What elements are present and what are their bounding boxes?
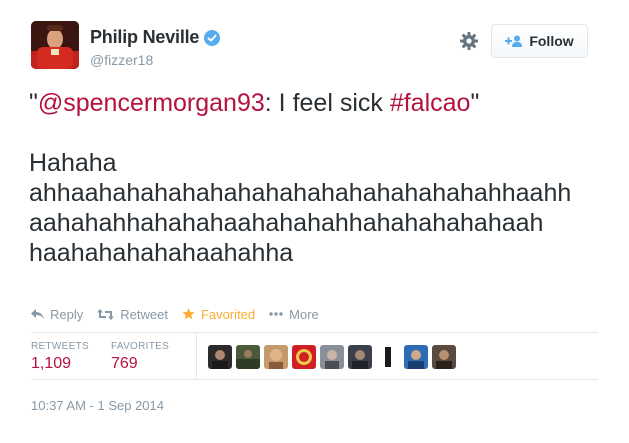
retweet-action[interactable]: Retweet — [97, 307, 168, 322]
tweet-text-middle: : I feel sick — [264, 89, 390, 117]
retweets-count: 1,109 — [31, 355, 72, 372]
favoriter-avatar[interactable] — [320, 345, 344, 369]
favoriter-avatars — [208, 345, 456, 369]
mention-link[interactable]: @spencermorgan93 — [38, 89, 265, 117]
verified-badge-icon — [204, 30, 220, 46]
more-action[interactable]: More — [269, 307, 319, 322]
favoriter-avatar[interactable] — [264, 345, 288, 369]
favorites-label: FAVORITES — [111, 341, 170, 352]
retweets-label: RETWEETS — [31, 341, 89, 352]
favoriter-avatar[interactable] — [292, 345, 316, 369]
divider — [31, 379, 598, 380]
favorited-label: Favorited — [200, 306, 256, 322]
stats-divider — [196, 333, 197, 379]
tweet-line: haahahahahahaahahha — [29, 239, 294, 267]
star-icon — [182, 308, 195, 320]
divider — [31, 332, 598, 333]
display-name[interactable]: Philip Neville — [90, 27, 199, 48]
favorite-action[interactable]: Favorited — [182, 307, 255, 322]
gear-icon[interactable] — [459, 31, 479, 51]
profile-avatar[interactable] — [31, 21, 79, 69]
tweet-first-line: "@spencermorgan93: I feel sick #falcao" — [29, 88, 599, 118]
favorites-count: 769 — [111, 355, 138, 372]
reply-icon — [31, 308, 44, 319]
tweet-line: ahhaahahahahahahahahahahahahahahahhaahh — [29, 179, 572, 207]
favoriter-avatar[interactable] — [348, 345, 372, 369]
quote-close: " — [470, 89, 480, 117]
tweet-line: Hahaha — [29, 149, 117, 177]
favoriter-avatar[interactable] — [376, 345, 400, 369]
more-dots-icon — [269, 312, 283, 316]
favoriter-avatar[interactable] — [236, 345, 260, 369]
favoriter-avatar[interactable] — [404, 345, 428, 369]
follow-button[interactable]: Follow — [491, 24, 588, 58]
hashtag-link[interactable]: #falcao — [390, 89, 471, 117]
retweet-icon — [97, 308, 115, 320]
favoriter-avatar[interactable] — [208, 345, 232, 369]
follow-person-icon — [505, 35, 523, 47]
favorites-stat[interactable]: FAVORITES 769 — [111, 341, 169, 373]
user-handle[interactable]: @fizzer18 — [90, 52, 153, 68]
reply-label: Reply — [50, 306, 84, 322]
follow-button-label: Follow — [529, 33, 574, 49]
retweets-stat[interactable]: RETWEETS 1,109 — [31, 341, 89, 373]
tweet-timestamp[interactable]: 10:37 AM - 1 Sep 2014 — [31, 398, 164, 413]
tweet-text: "@spencermorgan93: I feel sick #falcao" … — [29, 88, 599, 268]
tweet-actions: Reply Retweet Favorited More — [31, 306, 333, 322]
quote-open: " — [29, 89, 38, 117]
favoriter-avatar[interactable] — [432, 345, 456, 369]
more-label: More — [289, 306, 319, 322]
tweet-line: aahahahhahahahaahahahahhahahahahahaah — [29, 209, 544, 237]
retweet-label: Retweet — [120, 306, 168, 322]
reply-action[interactable]: Reply — [31, 307, 83, 322]
